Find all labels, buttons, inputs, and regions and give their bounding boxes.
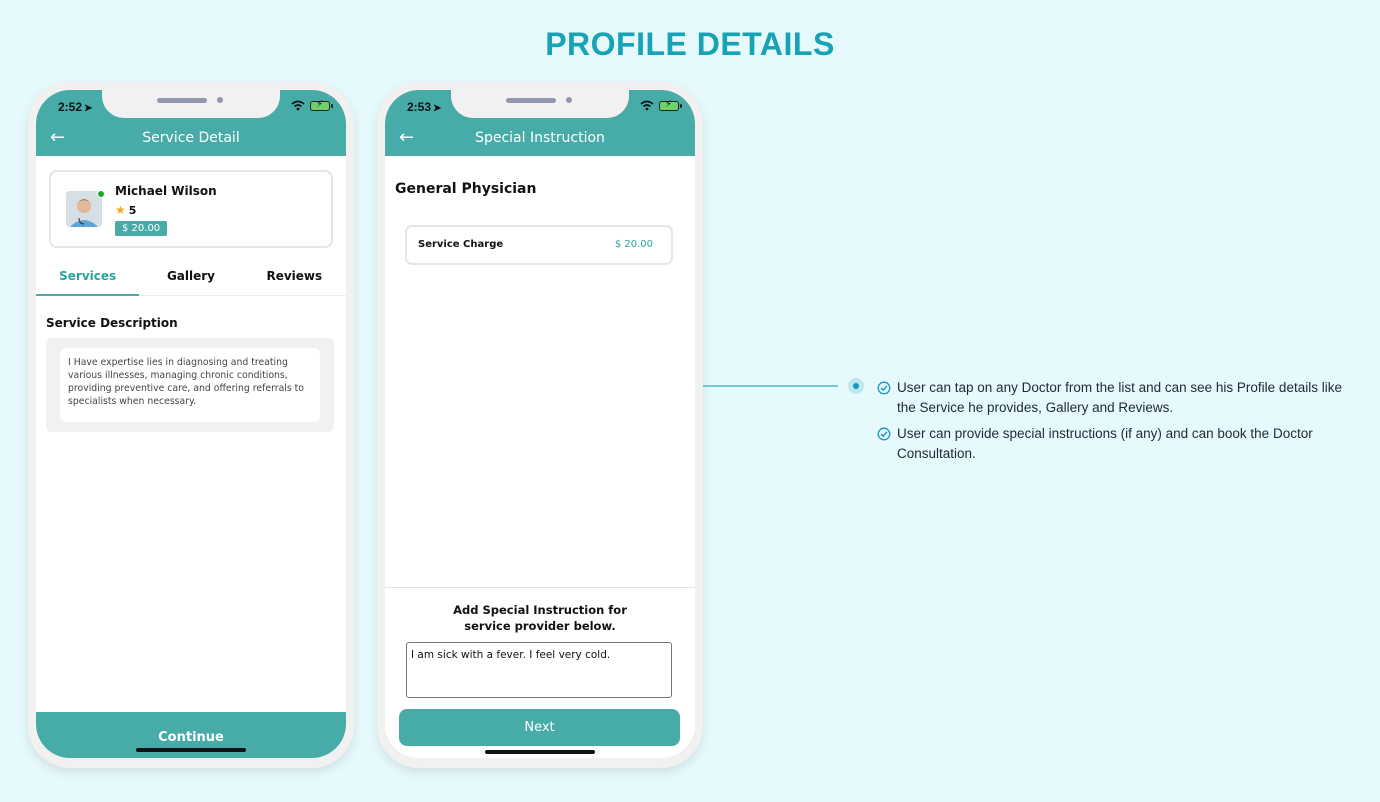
battery-icon: ⚡ xyxy=(310,98,333,111)
check-circle-icon xyxy=(877,381,891,395)
header-title: Special Instruction xyxy=(475,130,605,146)
phone-service-detail: 2:52➤ ⚡ ← Service Detail Michael Wilson xyxy=(28,82,354,768)
note-item: User can tap on any Doctor from the list… xyxy=(877,378,1357,418)
check-circle-icon xyxy=(877,427,891,441)
wifi-icon xyxy=(640,100,654,111)
camera xyxy=(217,97,223,103)
header-title: Service Detail xyxy=(142,130,240,146)
next-button[interactable]: Next xyxy=(399,709,680,746)
charging-bolt-icon: ⚡ xyxy=(665,98,673,110)
home-indicator xyxy=(136,748,246,752)
charging-bolt-icon: ⚡ xyxy=(316,98,324,110)
notch xyxy=(451,90,629,118)
bullet-dot xyxy=(853,383,859,389)
speaker xyxy=(506,98,556,103)
app-header: 2:52 ➤ ⚡ ← Service Detail xyxy=(36,90,346,156)
special-instruction-input[interactable]: I am sick with a fever. I feel very cold… xyxy=(406,642,672,698)
service-charge-value: $ 20.00 xyxy=(614,239,653,250)
online-status-dot xyxy=(97,190,105,198)
doctor-photo xyxy=(66,191,102,227)
tab-services[interactable]: Services xyxy=(36,260,140,296)
connector-line xyxy=(703,385,838,387)
note-text: User can tap on any Doctor from the list… xyxy=(897,380,1342,415)
battery-icon: ⚡ xyxy=(659,98,682,111)
status-time: 2:52 ➤ xyxy=(58,100,92,114)
screen: 2:53 ➤ ⚡ ← Special Instruction General Ph… xyxy=(385,90,695,758)
note-item: User can provide special instructions (i… xyxy=(877,424,1357,464)
app-header: 2:53 ➤ ⚡ ← Special Instruction xyxy=(385,90,695,156)
service-description-label: Service Description xyxy=(46,316,178,330)
location-arrow-icon: ➤ xyxy=(433,103,442,114)
divider xyxy=(385,587,695,588)
phone-special-instruction: 2:53 ➤ ⚡ ← Special Instruction General Ph… xyxy=(377,82,703,768)
wifi-icon xyxy=(291,100,305,111)
feature-notes: User can tap on any Doctor from the list… xyxy=(877,378,1357,470)
annotation-bullet xyxy=(848,378,864,394)
category-title: General Physician xyxy=(395,181,537,197)
speaker xyxy=(157,98,207,103)
doctor-name: Michael Wilson xyxy=(115,184,217,198)
time-text: 2:53 xyxy=(407,100,432,114)
instruction-label: Add Special Instruction for service prov… xyxy=(453,603,627,633)
page-title: PROFILE DETAILS xyxy=(545,26,835,62)
doctor-profile-card[interactable]: Michael Wilson ★ 5 $ 20.00 xyxy=(49,170,333,248)
time-text: 2:52 xyxy=(58,100,83,114)
screen: 2:52➤ ⚡ ← Service Detail Michael Wilson xyxy=(36,90,346,758)
status-icons: ⚡ xyxy=(291,98,333,111)
service-charge-card: Service Charge $ 20.00 xyxy=(405,225,673,265)
description-container: I Have expertise lies in diagnosing and … xyxy=(46,338,334,432)
rating: ★ 5 xyxy=(115,203,136,217)
avatar xyxy=(66,191,102,227)
tab-bar: Services Gallery Reviews xyxy=(36,260,346,296)
price-badge: $ 20.00 xyxy=(115,221,168,236)
rating-value: 5 xyxy=(128,203,137,217)
tab-gallery[interactable]: Gallery xyxy=(139,260,242,295)
home-indicator xyxy=(485,750,595,754)
location-arrow-icon: ➤ xyxy=(84,103,93,114)
status-time: 2:53 ➤ xyxy=(407,100,441,114)
status-icons: ⚡ xyxy=(640,98,682,111)
service-description-text: I Have expertise lies in diagnosing and … xyxy=(60,348,320,422)
service-charge-label: Service Charge xyxy=(418,239,504,250)
notch xyxy=(102,90,280,118)
tab-reviews[interactable]: Reviews xyxy=(243,260,346,295)
star-icon: ★ xyxy=(115,203,126,217)
camera xyxy=(566,97,572,103)
note-text: User can provide special instructions (i… xyxy=(897,426,1313,461)
